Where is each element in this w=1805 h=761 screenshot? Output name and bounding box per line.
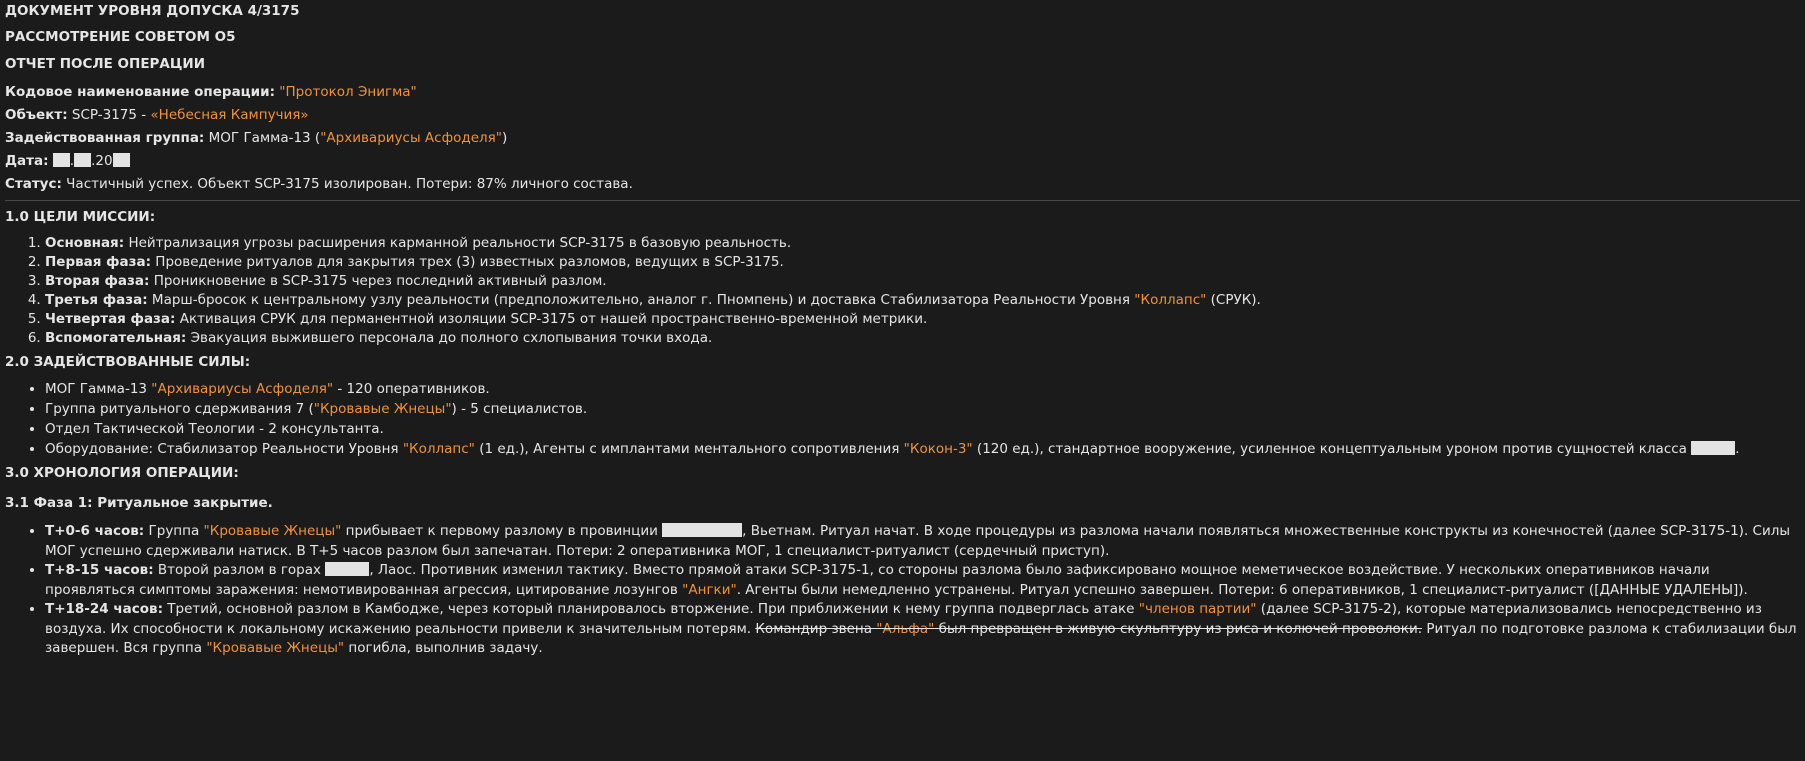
object-value: «Небесная Кампучия» <box>150 107 309 123</box>
text: был превращен в живую скульптуру из риса… <box>938 620 1423 637</box>
goal-text: Проведение ритуалов для закрытия трех (3… <box>155 254 784 270</box>
text: Отдел Тактической Теологии - 2 консульта… <box>45 421 384 437</box>
group-label: Задействованная группа: <box>5 130 205 146</box>
clearance-header: ДОКУМЕНТ УРОВНЯ ДОПУСКА 4/3175 <box>5 3 300 19</box>
review-header: РАССМОТРЕНИЕ СОВЕТОМ О5 <box>5 29 236 45</box>
list-item: Вспомогательная: Эвакуация выжившего пер… <box>45 329 1800 348</box>
highlight: "Кокон-3" <box>903 441 973 457</box>
timeline-list: T+0-6 часов: Группа "Кровавые Жнецы" при… <box>5 522 1800 659</box>
time-label: T+8-15 часов: <box>45 562 154 578</box>
goal-label: Четвертая фаза: <box>45 311 176 327</box>
redacted-year <box>112 153 130 167</box>
list-item: Вторая фаза: Проникновение в SCP-3175 че… <box>45 272 1800 291</box>
list-item: Основная: Нейтрализация угрозы расширени… <box>45 234 1800 253</box>
goal-text: Проникновение в SCP-3175 через последний… <box>153 273 607 289</box>
goal-tail: (СРУК). <box>1210 292 1261 308</box>
goal-text: Нейтрализация угрозы расширения карманно… <box>128 235 792 251</box>
group-suffix: ) <box>501 130 508 146</box>
status-value: Частичный успех. Объект SCP-3175 изолиро… <box>66 176 633 192</box>
text: Группа <box>148 523 200 539</box>
goal-text: Активация СРУК для перманентной изоляции… <box>179 311 928 327</box>
list-item: Оборудование: Стабилизатор Реальности Ур… <box>45 439 1800 459</box>
goal-label: Первая фаза: <box>45 254 151 270</box>
group-field: Задействованная группа: МОГ Гамма-13 ("А… <box>5 129 1800 148</box>
text: Третий, основной разлом в Камбодже, чере… <box>167 601 1135 617</box>
report-title: ОТЧЕТ ПОСЛЕ ОПЕРАЦИИ <box>5 56 206 72</box>
text: Оборудование: Стабилизатор Реальности Ур… <box>45 441 399 457</box>
list-item: T+8-15 часов: Второй разлом в горах , Ла… <box>45 561 1800 600</box>
list-item: T+0-6 часов: Группа "Кровавые Жнецы" при… <box>45 522 1800 561</box>
text: прибывает к первому разлому в провинции <box>345 523 658 539</box>
list-item: Группа ритуального сдерживания 7 ("Крова… <box>45 399 1800 419</box>
group-value: "Архивариусы Асфоделя" <box>320 130 502 146</box>
struck-text: Командир звена "Альфа" был превращен в ж… <box>755 621 1422 637</box>
forces-list: МОГ Гамма-13 "Архивариусы Асфоделя" - 12… <box>5 379 1800 459</box>
time-label: T+0-6 часов: <box>45 523 145 539</box>
group-prefix: МОГ Гамма-13 ( <box>208 130 321 146</box>
list-item: T+18-24 часов: Третий, основной разлом в… <box>45 600 1800 659</box>
text: погибла, выполнив задачу. <box>348 640 543 656</box>
goal-highlight: "Коллапс" <box>1134 292 1207 308</box>
goal-text: Марш-бросок к центральному узлу реальнос… <box>151 292 1130 308</box>
highlight: "Коллапс" <box>402 441 475 457</box>
highlight: "членов партии" <box>1138 601 1257 617</box>
mission-goals-list: Основная: Нейтрализация угрозы расширени… <box>5 234 1800 348</box>
document: ДОКУМЕНТ УРОВНЯ ДОПУСКА 4/3175 РАССМОТРЕ… <box>0 0 1805 659</box>
list-item: Третья фаза: Марш-бросок к центральному … <box>45 291 1800 310</box>
status-label: Статус: <box>5 176 62 192</box>
highlight: "Архивариусы Асфоделя" <box>151 381 334 397</box>
text: Командир звена <box>755 620 872 637</box>
list-item: Отдел Тактической Теологии - 2 консульта… <box>45 419 1800 439</box>
object-prefix: SCP-3175 - <box>71 107 147 123</box>
highlight: "Ангки" <box>682 581 737 598</box>
highlight: "Кровавые Жнецы" <box>203 523 342 539</box>
list-item: Первая фаза: Проведение ритуалов для зак… <box>45 253 1800 272</box>
highlight: "Кровавые Жнецы" <box>206 640 345 656</box>
redacted-day <box>52 153 70 167</box>
divider <box>5 200 1800 201</box>
time-label: T+18-24 часов: <box>45 601 163 617</box>
text: (1 ед.), Агенты с имплантами ментального… <box>479 441 900 457</box>
text: (120 ед.), стандартное вооружение, усиле… <box>976 441 1687 457</box>
codename-field: Кодовое наименование операции: "Протокол… <box>5 83 1800 102</box>
date-label: Дата: <box>5 153 49 169</box>
section-1-title: 1.0 ЦЕЛИ МИССИИ: <box>5 209 156 225</box>
date-field: Дата: . .20 <box>5 152 1800 171</box>
list-item: Четвертая фаза: Активация СРУК для перма… <box>45 310 1800 329</box>
text: МОГ Гамма-13 <box>45 381 147 397</box>
text: . Агенты были немедленно устранены. Риту… <box>736 581 1748 598</box>
goal-label: Вторая фаза: <box>45 273 150 289</box>
object-field: Объект: SCP-3175 - «Небесная Кампучия» <box>5 106 1800 125</box>
codename-value: "Протокол Энигма" <box>279 84 417 100</box>
date-sep-2: .20 <box>91 153 113 169</box>
section-3-1-title: 3.1 Фаза 1: Ритуальное закрытие. <box>5 495 273 511</box>
text: - 120 оперативников. <box>337 381 490 397</box>
text: Второй разлом в горах <box>157 562 322 578</box>
redacted-province <box>662 523 743 537</box>
text: ) - 5 специалистов. <box>451 401 588 417</box>
redacted-month <box>74 153 92 167</box>
text: . <box>1735 441 1740 457</box>
redacted-class <box>1691 441 1736 455</box>
object-label: Объект: <box>5 107 68 123</box>
highlight: "Кровавые Жнецы" <box>313 401 452 417</box>
goal-text: Эвакуация выжившего персонала до полного… <box>190 330 713 346</box>
highlight: "Альфа" <box>876 620 935 637</box>
status-field: Статус: Частичный успех. Объект SCP-3175… <box>5 175 1800 194</box>
section-3-title: 3.0 ХРОНОЛОГИЯ ОПЕРАЦИИ: <box>5 465 239 481</box>
codename-label: Кодовое наименование операции: <box>5 84 275 100</box>
list-item: МОГ Гамма-13 "Архивариусы Асфоделя" - 12… <box>45 379 1800 399</box>
goal-label: Третья фаза: <box>45 292 148 308</box>
goal-label: Основная: <box>45 235 125 251</box>
goal-label: Вспомогательная: <box>45 330 187 346</box>
text: Группа ритуального сдерживания 7 ( <box>45 401 314 417</box>
section-2-title: 2.0 ЗАДЕЙСТВОВАННЫЕ СИЛЫ: <box>5 354 251 370</box>
redacted-mountains <box>325 562 370 576</box>
